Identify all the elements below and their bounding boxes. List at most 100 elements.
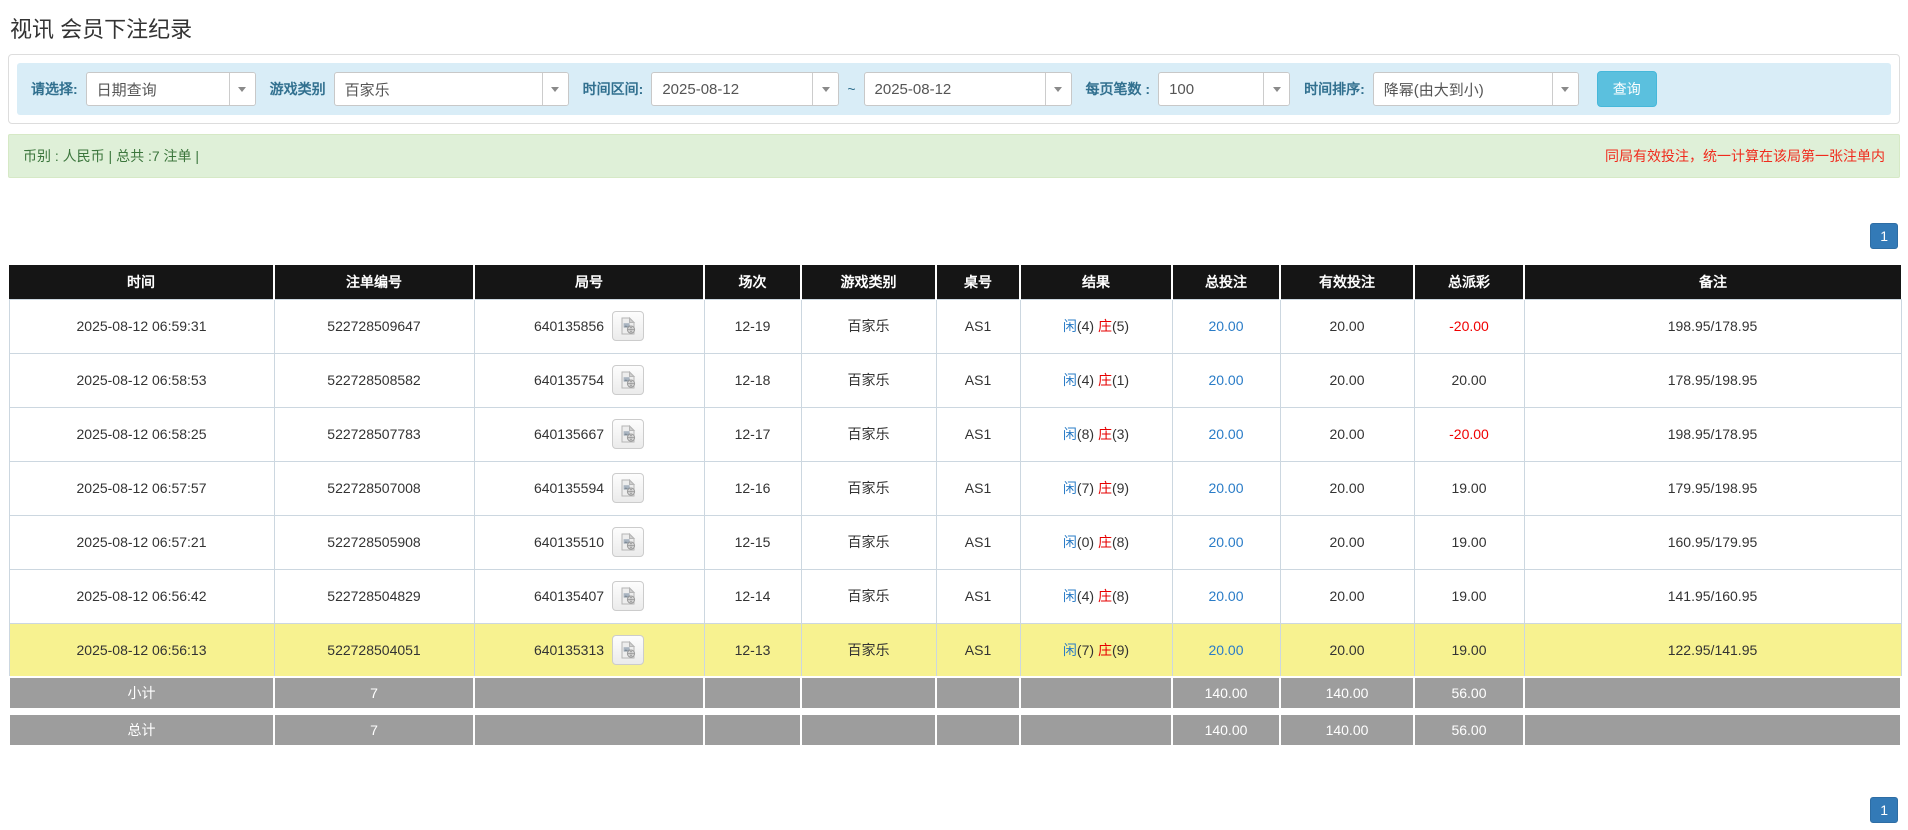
- cell-note: 198.95/178.95: [1524, 299, 1901, 353]
- cell-order-no: 522728507008: [274, 461, 474, 515]
- cell-game-category: 百家乐: [801, 353, 936, 407]
- cell-valid-bet: 20.00: [1280, 569, 1414, 623]
- table-row: 2025-08-12 06:56:13 522728504051 6401353…: [9, 623, 1901, 677]
- cell-round-no: 640135510: [474, 515, 704, 569]
- cell-session: 12-19: [704, 299, 801, 353]
- cell-session: 12-16: [704, 461, 801, 515]
- total-bet-link[interactable]: 20.00: [1208, 426, 1243, 442]
- cell-note: 141.95/160.95: [1524, 569, 1901, 623]
- grand-total-valid-bet: 140.00: [1280, 714, 1414, 746]
- col-header-table-no: 桌号: [936, 265, 1020, 299]
- total-bet-link[interactable]: 20.00: [1208, 480, 1243, 496]
- result-banker-value: (9): [1112, 480, 1129, 496]
- video-replay-button[interactable]: [612, 635, 644, 665]
- cell-time: 2025-08-12 06:58:53: [9, 353, 274, 407]
- game-category-value: 百家乐: [335, 73, 542, 105]
- cell-round-no: 640135667: [474, 407, 704, 461]
- round-number: 640135510: [534, 534, 604, 550]
- cell-note: 178.95/198.95: [1524, 353, 1901, 407]
- col-header-game-category: 游戏类别: [801, 265, 936, 299]
- result-player-value: (7): [1077, 480, 1094, 496]
- col-header-time: 时间: [9, 265, 274, 299]
- chevron-down-icon[interactable]: [1045, 73, 1071, 105]
- game-category-select[interactable]: 百家乐: [334, 72, 569, 106]
- cell-round-no: 640135754: [474, 353, 704, 407]
- currency-summary-bar: 币别 : 人民币 | 总共 :7 注单 | 同局有效投注，统一计算在该局第一张注…: [8, 134, 1900, 178]
- grand-total-label: 总计: [9, 714, 274, 746]
- cell-payout: -20.00: [1414, 407, 1524, 461]
- total-bet-link[interactable]: 20.00: [1208, 372, 1243, 388]
- query-type-label: 请选择:: [31, 79, 78, 99]
- currency-total-text: 币别 : 人民币 | 总共 :7 注单 |: [23, 146, 199, 166]
- cell-valid-bet: 20.00: [1280, 407, 1414, 461]
- total-bet-link[interactable]: 20.00: [1208, 318, 1243, 334]
- video-replay-button[interactable]: [612, 311, 644, 341]
- cell-time: 2025-08-12 06:56:13: [9, 623, 274, 677]
- time-sort-select[interactable]: 降幂(由大到小): [1373, 72, 1579, 106]
- cell-game-category: 百家乐: [801, 407, 936, 461]
- video-file-icon: [619, 425, 637, 443]
- subtotal-payout: 56.00: [1414, 677, 1524, 709]
- chevron-down-icon[interactable]: [542, 73, 568, 105]
- cell-result: 闲(7) 庄(9): [1020, 623, 1172, 677]
- total-bet-link[interactable]: 20.00: [1208, 642, 1243, 658]
- page-1-button[interactable]: 1: [1870, 223, 1898, 249]
- cell-valid-bet: 20.00: [1280, 299, 1414, 353]
- cell-table-no: AS1: [936, 569, 1020, 623]
- result-player-value: (4): [1077, 588, 1094, 604]
- cell-note: 122.95/141.95: [1524, 623, 1901, 677]
- cell-session: 12-17: [704, 407, 801, 461]
- cell-payout: 19.00: [1414, 461, 1524, 515]
- col-header-order-no: 注单编号: [274, 265, 474, 299]
- cell-order-no: 522728504829: [274, 569, 474, 623]
- query-type-select[interactable]: 日期查询: [86, 72, 256, 106]
- cell-time: 2025-08-12 06:56:42: [9, 569, 274, 623]
- page-size-select[interactable]: 100: [1158, 72, 1290, 106]
- chevron-down-icon[interactable]: [1263, 73, 1289, 105]
- pagination-bottom: 1: [8, 797, 1898, 823]
- date-from-select[interactable]: 2025-08-12: [651, 72, 839, 106]
- video-replay-button[interactable]: [612, 365, 644, 395]
- chevron-down-icon[interactable]: [812, 73, 838, 105]
- subtotal-total-bet: 140.00: [1172, 677, 1280, 709]
- video-file-icon: [619, 587, 637, 605]
- filter-bar: 请选择: 日期查询 游戏类别 百家乐 时间区间: 2025-08-12 ~ 20…: [17, 63, 1891, 115]
- result-player-value: (4): [1077, 318, 1094, 334]
- cell-order-no: 522728509647: [274, 299, 474, 353]
- total-bet-link[interactable]: 20.00: [1208, 588, 1243, 604]
- col-header-valid-bet: 有效投注: [1280, 265, 1414, 299]
- video-replay-button[interactable]: [612, 473, 644, 503]
- round-number: 640135667: [534, 426, 604, 442]
- video-file-icon: [619, 479, 637, 497]
- cell-round-no: 640135856: [474, 299, 704, 353]
- result-banker-label: 庄: [1098, 372, 1112, 388]
- result-banker-value: (8): [1112, 534, 1129, 550]
- cell-time: 2025-08-12 06:58:25: [9, 407, 274, 461]
- time-range-label: 时间区间:: [583, 79, 644, 99]
- video-replay-button[interactable]: [612, 581, 644, 611]
- cell-note: 179.95/198.95: [1524, 461, 1901, 515]
- cell-note: 160.95/179.95: [1524, 515, 1901, 569]
- result-player-label: 闲: [1063, 642, 1077, 658]
- search-button[interactable]: 查询: [1597, 71, 1657, 107]
- video-file-icon: [619, 641, 637, 659]
- chevron-down-icon[interactable]: [229, 73, 255, 105]
- result-banker-value: (5): [1112, 318, 1129, 334]
- page-1-button[interactable]: 1: [1870, 797, 1898, 823]
- date-to-select[interactable]: 2025-08-12: [864, 72, 1072, 106]
- video-replay-button[interactable]: [612, 419, 644, 449]
- col-header-payout: 总派彩: [1414, 265, 1524, 299]
- cell-payout: 19.00: [1414, 515, 1524, 569]
- result-banker-label: 庄: [1098, 534, 1112, 550]
- cell-result: 闲(0) 庄(8): [1020, 515, 1172, 569]
- grand-total-count: 7: [274, 714, 474, 746]
- cell-table-no: AS1: [936, 515, 1020, 569]
- result-player-label: 闲: [1063, 372, 1077, 388]
- total-bet-link[interactable]: 20.00: [1208, 534, 1243, 550]
- cell-total-bet: 20.00: [1172, 299, 1280, 353]
- chevron-down-icon[interactable]: [1552, 73, 1578, 105]
- date-range-tilde: ~: [847, 81, 855, 97]
- video-replay-button[interactable]: [612, 527, 644, 557]
- subtotal-valid-bet: 140.00: [1280, 677, 1414, 709]
- result-player-value: (0): [1077, 534, 1094, 550]
